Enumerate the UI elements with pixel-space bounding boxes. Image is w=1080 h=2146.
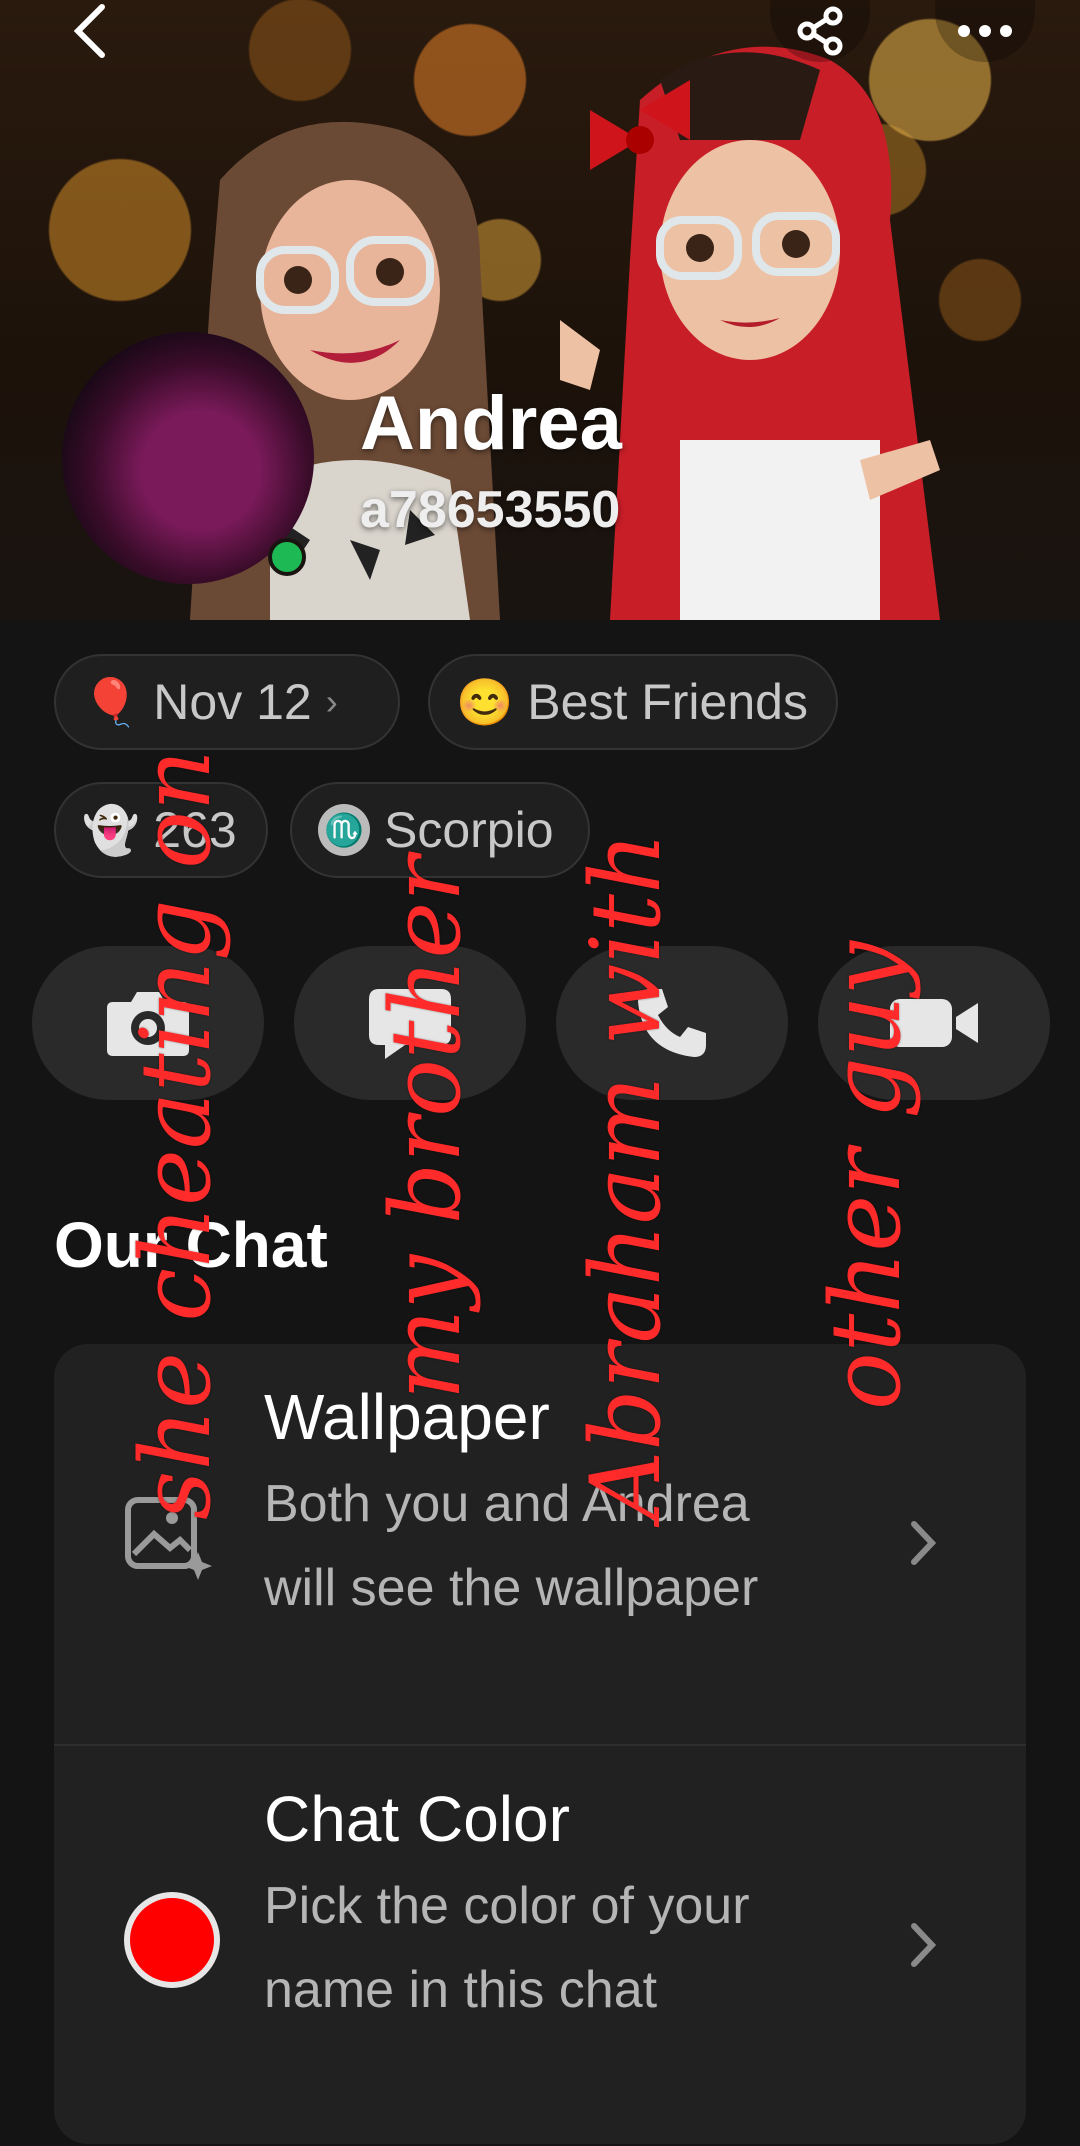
scorpio-icon: ♏ <box>318 804 370 856</box>
bitmoji-right <box>560 46 940 620</box>
overlay-text-4: other guy <box>810 941 922 1410</box>
chat-color-title: Chat Color <box>264 1783 570 1855</box>
back-button[interactable] <box>40 0 140 62</box>
chat-color-row[interactable]: Chat Color Pick the color of your name i… <box>54 1746 1026 2146</box>
wallpaper-subtitle: Both you and Andrea will see the wallpap… <box>264 1475 759 1617</box>
online-status-dot <box>268 538 306 576</box>
chat-color-subtitle: Pick the color of your name in this chat <box>264 1877 750 2019</box>
balloon-icon: 🎈 <box>82 675 140 728</box>
profile-username: a78653550 <box>360 481 621 539</box>
zodiac-label: Scorpio <box>384 802 554 858</box>
more-dots-icon <box>958 25 1012 37</box>
chevron-right-icon: › <box>325 681 338 722</box>
birthday-chip[interactable]: 🎈 Nov 12 › <box>54 654 400 750</box>
smiling-emoji-icon: 😊 <box>456 675 514 728</box>
overlay-text-3: Abraham with <box>570 832 682 1520</box>
overlay-text-1: she cheating on <box>120 749 232 1520</box>
chevron-left-icon <box>73 4 105 58</box>
profile-name: Andrea <box>360 381 622 466</box>
chevron-right-icon <box>911 1923 937 1967</box>
chevron-right-icon <box>911 1521 937 1565</box>
profile-header: Andrea a78653550 <box>0 0 1080 620</box>
share-icon <box>797 6 843 56</box>
friendship-label: Best Friends <box>527 674 808 730</box>
birthday-label: Nov 12 <box>153 674 312 730</box>
friendship-chip[interactable]: 😊 Best Friends <box>428 654 838 750</box>
overlay-text-2: my brother <box>370 855 482 1400</box>
color-swatch-icon <box>124 1892 220 1988</box>
